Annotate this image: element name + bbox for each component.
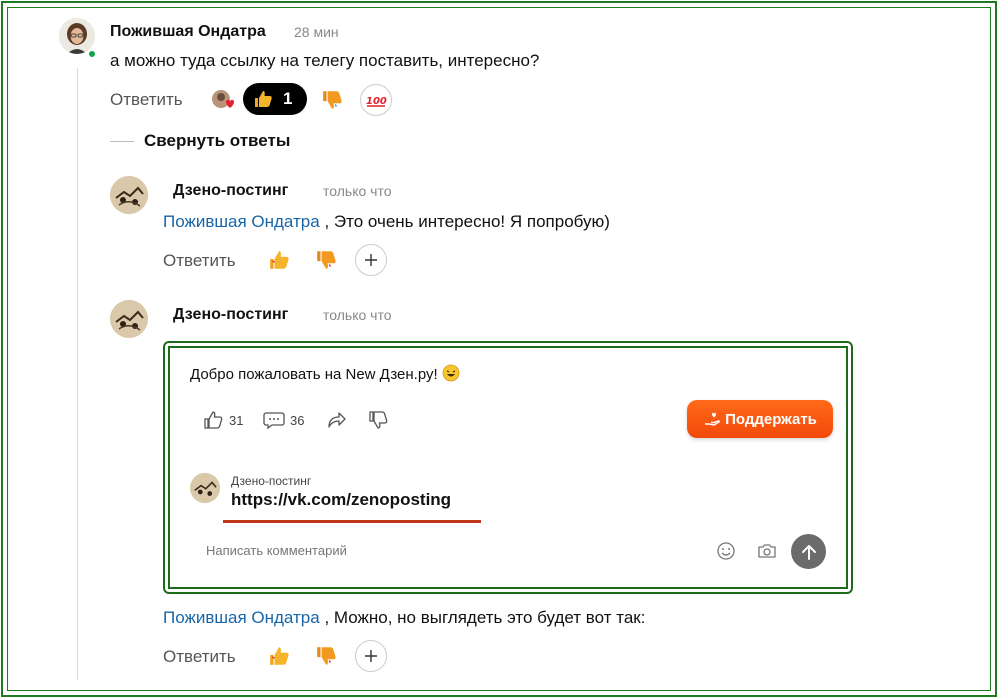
like-reaction-button[interactable]: 1 — [243, 83, 307, 115]
laughing-emoji-icon — [442, 364, 460, 382]
thread-line — [77, 68, 78, 680]
like-count: 1 — [283, 89, 293, 108]
reply-text: Пожившая Ондатра , Это очень интересно! … — [163, 212, 610, 232]
embed-dislike-icon — [367, 409, 389, 431]
reply-body: , Можно, но выглядеть это будет вот так: — [319, 608, 646, 627]
online-indicator — [87, 49, 97, 59]
thumbs-down-icon[interactable] — [313, 247, 339, 273]
comment-time: 28 мин — [294, 24, 339, 40]
reply-author[interactable]: Дзено-постинг — [173, 182, 288, 200]
collapse-divider — [110, 141, 134, 142]
thumbs-up-icon[interactable] — [266, 643, 292, 669]
comment-text: а можно туда ссылку на телегу поставить,… — [110, 51, 540, 70]
embed-avatar — [190, 473, 220, 503]
reply-button[interactable]: Ответить — [163, 647, 236, 667]
reply-time: только что — [323, 307, 392, 323]
highlight-underline — [223, 520, 481, 523]
plus-icon — [365, 650, 377, 662]
reply-text: Пожившая Ондатра , Можно, но выглядеть э… — [163, 608, 645, 628]
donate-hand-icon — [705, 412, 720, 426]
mention-link[interactable]: Пожившая Ондатра — [163, 212, 320, 231]
embed-comments-count: 36 — [290, 413, 305, 428]
embed-comment-link: https://vk.com/zenoposting — [231, 490, 452, 509]
mention-link[interactable]: Пожившая Ондатра — [163, 608, 320, 627]
plus-icon — [365, 254, 377, 266]
reply-button[interactable]: Ответить — [163, 251, 236, 271]
add-reaction-button[interactable] — [355, 244, 387, 276]
hundred-reaction-button[interactable]: 100 — [360, 84, 392, 116]
add-reaction-button[interactable] — [355, 640, 387, 672]
camera-icon — [756, 540, 778, 562]
embed-likes-count: 31 — [229, 413, 244, 428]
reply-button[interactable]: Ответить — [110, 90, 183, 110]
embed-share-icon — [326, 409, 348, 431]
embed-comment-input: Написать комментарий — [206, 543, 347, 558]
embed-post-text: Добро пожаловать на New Дзен.ру! — [190, 364, 460, 383]
emoji-icon — [715, 540, 737, 562]
reply-author[interactable]: Дзено-постинг — [173, 306, 288, 324]
comment-author[interactable]: Пожившая Ондатра — [110, 23, 266, 41]
thumbs-up-icon — [255, 91, 272, 107]
avatar[interactable] — [110, 300, 148, 338]
reply-time: только что — [323, 183, 392, 199]
avatar[interactable] — [110, 176, 148, 214]
reaction-avatar-heart-icon[interactable] — [211, 88, 237, 112]
embed-like-icon — [202, 409, 224, 431]
collapse-replies-button[interactable]: Свернуть ответы — [144, 131, 290, 151]
embed-comment-icon — [262, 409, 286, 431]
hundred-icon: 100 — [366, 96, 387, 107]
thumbs-down-icon[interactable] — [320, 88, 344, 112]
send-button — [791, 534, 826, 569]
embed-comment-author: Дзено-постинг — [231, 474, 312, 488]
thumbs-down-icon[interactable] — [313, 643, 339, 669]
reply-body: , Это очень интересно! Я попробую) — [319, 212, 610, 231]
thumbs-up-icon[interactable] — [266, 247, 292, 273]
support-button: Поддержать — [687, 400, 833, 438]
arrow-up-icon — [801, 544, 816, 560]
